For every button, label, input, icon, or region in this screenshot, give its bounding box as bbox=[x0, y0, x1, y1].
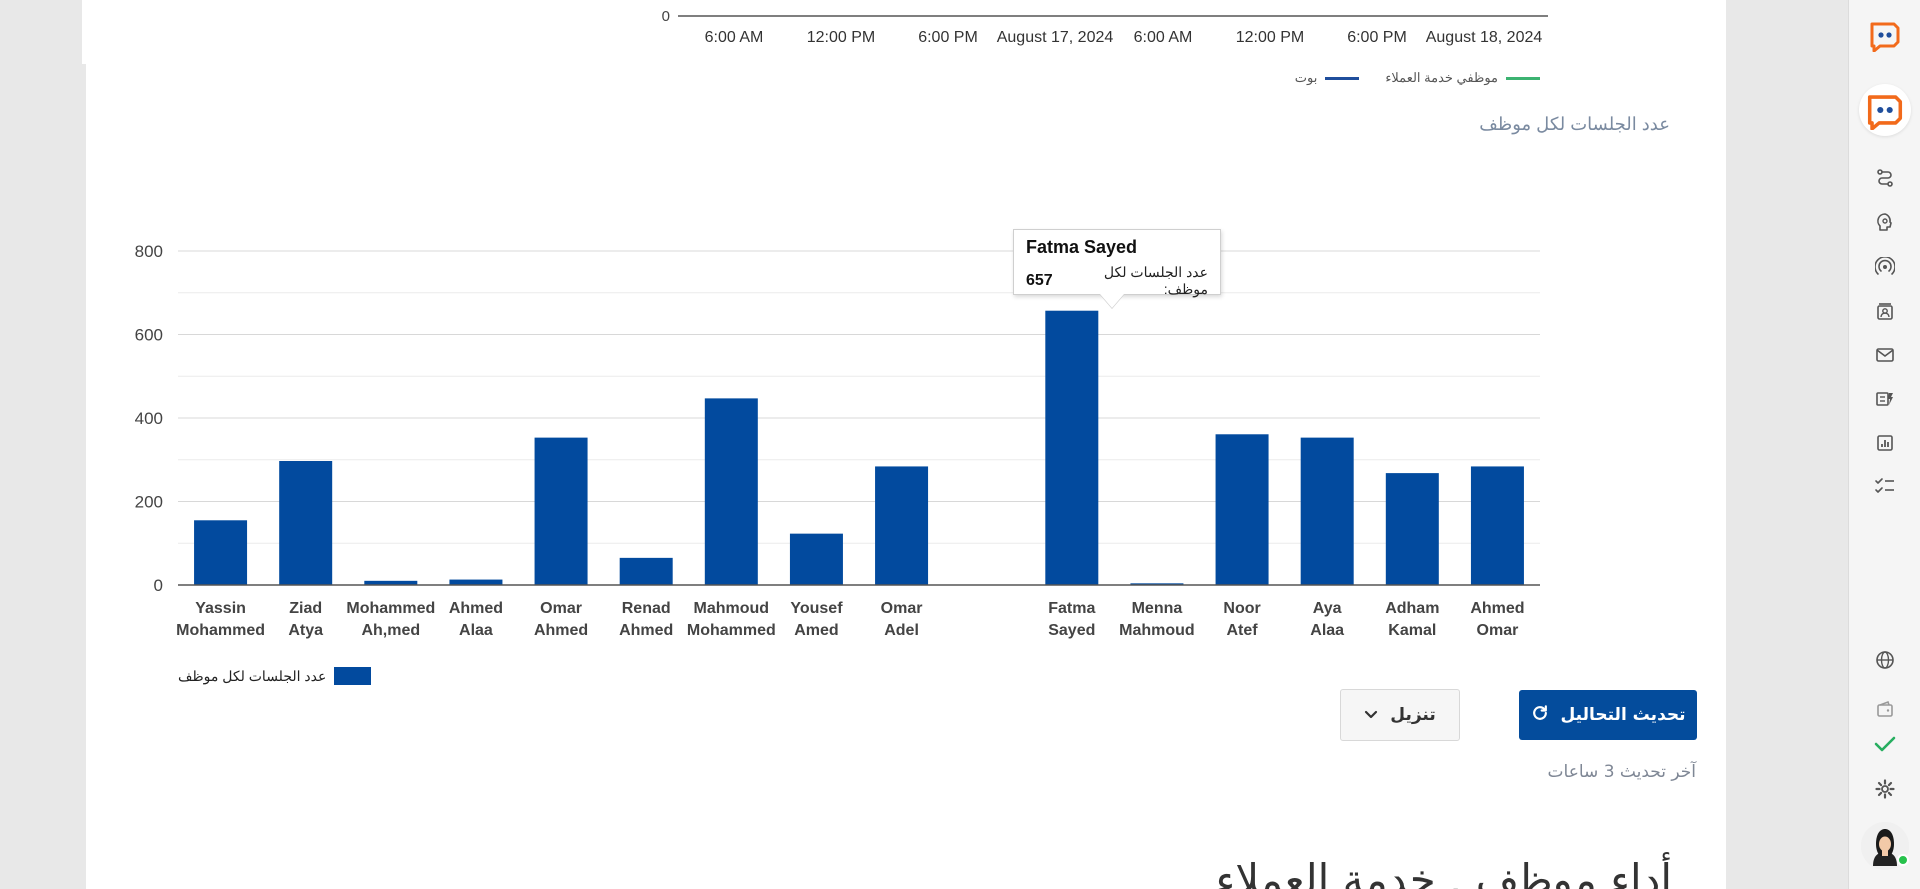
bot-logo-icon[interactable] bbox=[1858, 84, 1911, 136]
x-tick-label: Adham bbox=[1385, 600, 1439, 617]
x-tick-label: Omar bbox=[881, 600, 923, 617]
settings-icon[interactable] bbox=[1873, 777, 1897, 801]
x-tick-label: Fatma bbox=[1048, 600, 1095, 617]
tooltip-line: 657 عدد الجلسات لكل موظف: bbox=[1026, 264, 1208, 298]
y-tick-label: 400 bbox=[135, 409, 163, 428]
right-sidebar bbox=[1848, 0, 1920, 889]
brain-icon[interactable] bbox=[1873, 210, 1897, 234]
bar[interactable] bbox=[1215, 434, 1269, 585]
x-tick-label: Alaa bbox=[1310, 622, 1344, 639]
x-tick-label: Amed bbox=[794, 622, 838, 639]
tooltip-label: عدد الجلسات لكل موظف: bbox=[1103, 264, 1208, 297]
bar[interactable] bbox=[194, 520, 248, 585]
x-tick-label: Omar bbox=[540, 600, 582, 617]
bar-legend-swatch bbox=[334, 667, 372, 685]
bar[interactable] bbox=[449, 579, 503, 585]
x-tick-label: Sayed bbox=[1048, 622, 1095, 639]
refresh-label: تحديث التحاليل bbox=[1560, 705, 1686, 725]
y-tick-label: 800 bbox=[135, 242, 163, 261]
x-tick-label: Ahmed bbox=[1470, 600, 1524, 617]
x-tick-label: Mohammed bbox=[176, 622, 265, 639]
bar-tooltip: Fatma Sayed 657 عدد الجلسات لكل موظف: bbox=[1013, 229, 1221, 298]
sessions-bar-chart: 0 200 400 600 800 Yassin Mohammed Ziad Atya Moham… bbox=[135, 242, 1540, 639]
bar[interactable] bbox=[1385, 473, 1439, 585]
wallet-icon[interactable] bbox=[1873, 697, 1897, 721]
x-tick-label: Yousef bbox=[790, 600, 843, 617]
x-tick-label: Kamal bbox=[1388, 622, 1436, 639]
download-button[interactable]: تنزيل bbox=[1340, 689, 1460, 741]
tooltip-value: 657 bbox=[1026, 272, 1053, 289]
x-tick-label: Aya bbox=[1313, 600, 1342, 617]
x-tick-label: Menna bbox=[1132, 600, 1183, 617]
x-tick-label: Atya bbox=[288, 622, 323, 639]
flow-icon[interactable] bbox=[1873, 166, 1897, 190]
y-tick-label: 600 bbox=[135, 326, 163, 345]
x-tick-label: Alaa bbox=[459, 622, 493, 639]
refresh-icon bbox=[1530, 703, 1550, 728]
x-tick-label: Ahmed bbox=[534, 622, 588, 639]
checklist-icon[interactable] bbox=[1873, 474, 1897, 498]
x-tick-label: Yassin bbox=[195, 600, 246, 617]
bar[interactable] bbox=[875, 466, 929, 585]
logo-icon[interactable] bbox=[1868, 18, 1902, 52]
chevron-down-icon bbox=[1364, 705, 1378, 725]
x-tick-label: Mahmoud bbox=[694, 600, 770, 617]
mail-icon[interactable] bbox=[1873, 343, 1897, 367]
y-tick-label: 0 bbox=[154, 576, 163, 595]
user-avatar[interactable] bbox=[1860, 822, 1909, 870]
broadcast-icon[interactable] bbox=[1873, 255, 1897, 279]
bar[interactable] bbox=[1470, 466, 1524, 585]
x-tick-label: Mohammed bbox=[346, 600, 435, 617]
x-tick-label: Ahmed bbox=[619, 622, 673, 639]
tooltip-arrow bbox=[1100, 294, 1124, 308]
x-tick-label: Atef bbox=[1227, 622, 1259, 639]
x-tick-label: Ziad bbox=[289, 600, 322, 617]
bar[interactable] bbox=[1300, 437, 1354, 585]
bar-legend-label: عدد الجلسات لكل موظف bbox=[178, 667, 327, 684]
x-tick-label: Noor bbox=[1223, 600, 1260, 617]
bar[interactable] bbox=[704, 398, 758, 585]
analytics-icon[interactable] bbox=[1873, 431, 1897, 455]
x-tick-label: Mahmoud bbox=[1119, 622, 1195, 639]
download-label: تنزيل bbox=[1390, 705, 1436, 725]
channels-icon[interactable] bbox=[1873, 387, 1897, 411]
online-status-dot bbox=[1896, 854, 1909, 866]
contacts-icon[interactable] bbox=[1873, 300, 1897, 324]
x-tick-label: Ah,med bbox=[361, 622, 420, 639]
bar[interactable] bbox=[279, 461, 333, 585]
tooltip-name: Fatma Sayed bbox=[1026, 237, 1138, 257]
bar[interactable] bbox=[534, 437, 588, 585]
bar[interactable] bbox=[789, 533, 843, 585]
agent-performance-heading: أداء موظف . خدمة العملاء bbox=[1215, 855, 1672, 889]
x-tick-label: Omar bbox=[1477, 622, 1519, 639]
refresh-analytics-button[interactable]: تحديث التحاليل bbox=[1519, 690, 1697, 740]
check-icon[interactable] bbox=[1873, 732, 1897, 756]
last-update-text: آخر تحديث 3 ساعات bbox=[1547, 762, 1696, 782]
globe-icon[interactable] bbox=[1873, 648, 1897, 672]
x-tick-label: Mohammed bbox=[687, 622, 776, 639]
y-tick-label: 200 bbox=[135, 493, 163, 512]
x-tick-label: Adel bbox=[884, 622, 919, 639]
x-tick-label: Ahmed bbox=[449, 600, 503, 617]
bar[interactable] bbox=[1045, 310, 1099, 585]
bar[interactable] bbox=[619, 557, 673, 585]
bar-chart-legend[interactable]: عدد الجلسات لكل موظف bbox=[178, 667, 372, 685]
x-tick-label: Renad bbox=[622, 600, 671, 617]
